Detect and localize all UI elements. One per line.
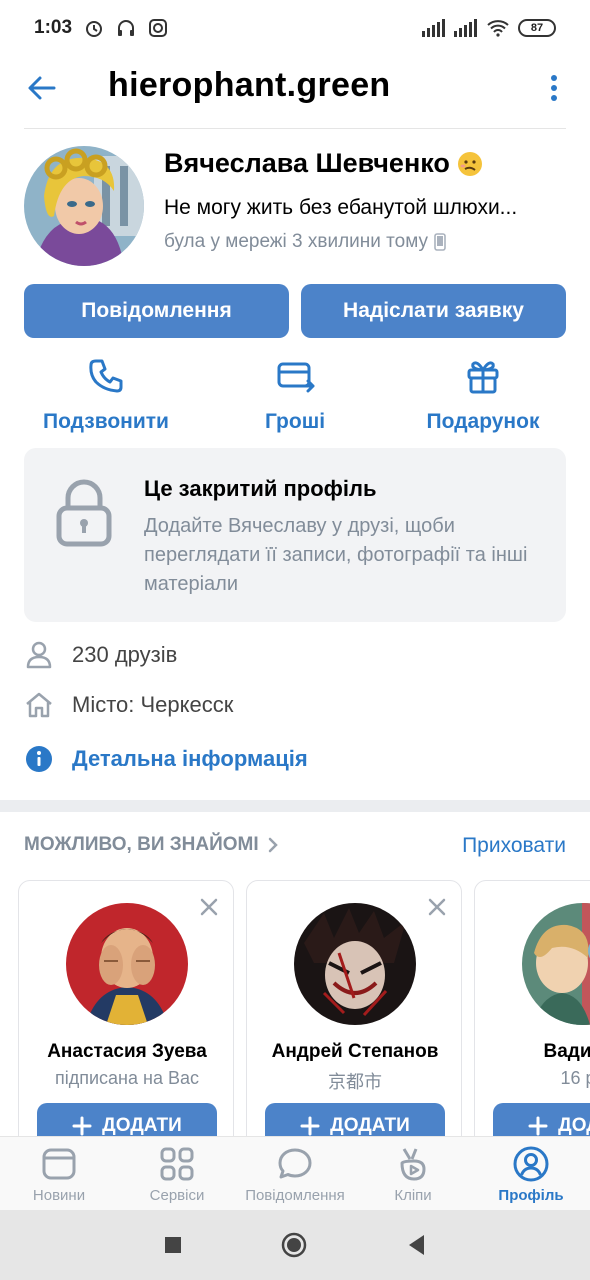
last-seen-text: була у мережі 3 хвилини тому <box>164 231 428 252</box>
tab-news[interactable]: Новини <box>0 1145 118 1204</box>
suggestion-subtitle: 京都市 <box>328 1072 382 1092</box>
system-nav-bar <box>0 1210 590 1280</box>
private-profile-card: Це закритий профіль Додайте Вячеславу у … <box>24 448 566 622</box>
status-bar: 1:03 87 <box>0 0 590 56</box>
clips-icon <box>400 1148 426 1181</box>
city-row: Місто: Черкесск <box>24 690 233 720</box>
call-action[interactable]: Подзвонити <box>16 356 196 434</box>
message-button[interactable]: Повідомлення <box>24 284 289 338</box>
status-time: 1:03 <box>34 17 73 38</box>
profile-name: Вячеслава Шевченко <box>164 148 450 178</box>
suggestion-card[interactable]: Анастасия Зуева підписана на Вас ДОДАТИ <box>18 880 234 1140</box>
headset-icon <box>118 20 135 36</box>
more-vertical-icon[interactable] <box>544 70 564 106</box>
add-friend-button[interactable]: ДОДАТИ <box>265 1103 445 1140</box>
money-transfer-icon <box>277 362 315 393</box>
tab-profile[interactable]: Профіль <box>472 1145 590 1204</box>
close-icon[interactable] <box>199 897 219 917</box>
add-friend-label: ДОДАТИ <box>558 1115 590 1136</box>
tab-clips[interactable]: Кліпи <box>354 1145 472 1204</box>
signal-icon <box>422 19 445 37</box>
tab-profile-label: Профіль <box>498 1187 564 1204</box>
lock-icon <box>56 479 112 547</box>
plus-icon <box>300 1116 320 1136</box>
money-action[interactable]: Гроші <box>205 356 385 434</box>
services-grid-icon <box>160 1147 194 1181</box>
suggestion-avatar[interactable] <box>522 903 590 1025</box>
page-title: hierophant.green <box>108 66 391 104</box>
suggestion-card[interactable]: Андрей Степанов 京都市 ДОДАТИ <box>246 880 462 1140</box>
profile-icon <box>513 1146 549 1182</box>
plus-icon <box>528 1116 548 1136</box>
suggestion-card[interactable]: Вадим Т 16 ро ДОДАТИ <box>474 880 590 1140</box>
add-friend-button[interactable]: ДОДАТИ <box>493 1103 590 1140</box>
emoji-status-icon <box>457 151 482 176</box>
alarm-icon <box>86 21 103 37</box>
add-friend-button[interactable]: ДОДАТИ <box>37 1103 217 1140</box>
tab-messages[interactable]: Повідомлення <box>236 1145 354 1204</box>
details-row[interactable]: Детальна інформація <box>24 744 308 774</box>
private-profile-title: Це закритий профіль <box>144 476 377 501</box>
section-separator <box>0 800 590 812</box>
suggestion-name: Вадим Т <box>543 1041 590 1062</box>
user-icon <box>26 641 52 669</box>
profile-status: Не могу жить без ебанутой шлюхи... <box>164 196 518 219</box>
suggestion-subtitle: підписана на Вас <box>55 1068 199 1088</box>
news-icon <box>42 1148 76 1180</box>
close-icon[interactable] <box>427 897 447 917</box>
chevron-right-icon <box>268 837 278 853</box>
info-icon <box>26 746 52 772</box>
tab-clips-label: Кліпи <box>394 1187 432 1204</box>
hide-suggestions-link[interactable]: Приховати <box>462 834 566 858</box>
suggestion-avatar[interactable] <box>66 903 188 1025</box>
instagram-icon <box>149 19 168 37</box>
phone-icon <box>89 359 123 393</box>
back-button-icon[interactable] <box>404 1232 430 1258</box>
tab-messages-label: Повідомлення <box>245 1187 345 1204</box>
add-friend-label: ДОДАТИ <box>102 1115 182 1136</box>
private-profile-text: Додайте Вячеславу у друзі, щоби перегляд… <box>144 515 528 595</box>
header-divider <box>24 128 566 129</box>
wifi-icon <box>487 20 509 37</box>
friends-count: 230 друзів <box>72 642 178 667</box>
tab-services-label: Сервіси <box>149 1187 205 1204</box>
signal-icon-2 <box>454 19 477 37</box>
add-friend-label: ДОДАТИ <box>330 1115 410 1136</box>
tab-news-label: Новини <box>32 1187 86 1204</box>
suggestions-title: МОЖЛИВО, ВИ ЗНАЙОМІ <box>24 834 259 855</box>
plus-icon <box>72 1116 92 1136</box>
mobile-icon <box>434 233 446 251</box>
suggestion-avatar[interactable] <box>294 903 416 1025</box>
chat-bubble-icon <box>278 1148 312 1179</box>
tab-services[interactable]: Сервіси <box>118 1145 236 1204</box>
suggestion-name: Анастасия Зуева <box>47 1041 207 1062</box>
home-icon <box>26 692 52 718</box>
city-text: Місто: Черкесск <box>72 692 234 717</box>
battery-indicator: 87 <box>518 19 556 37</box>
avatar[interactable] <box>24 146 144 266</box>
recent-apps-icon[interactable] <box>160 1232 186 1258</box>
money-label: Гроші <box>264 410 326 433</box>
bottom-tab-bar: Новини Сервіси Повідомлення Кліпи Профіл… <box>0 1136 590 1210</box>
home-button-icon[interactable] <box>281 1232 307 1258</box>
gift-action[interactable]: Подарунок <box>393 356 573 434</box>
suggestion-name: Андрей Степанов <box>271 1041 439 1062</box>
top-bar: hierophant.green <box>0 56 590 128</box>
profile-name-row: Вячеслава Шевченко <box>164 148 484 179</box>
suggestions-header[interactable]: МОЖЛИВО, ВИ ЗНАЙОМІ <box>24 834 279 856</box>
send-request-button[interactable]: Надіслати заявку <box>301 284 566 338</box>
suggestion-subtitle: 16 ро <box>560 1068 590 1088</box>
friends-row[interactable]: 230 друзів <box>24 640 177 670</box>
online-status: була у мережі 3 хвилини тому <box>164 231 446 253</box>
details-link[interactable]: Детальна інформація <box>72 746 308 772</box>
gift-label: Подарунок <box>426 410 540 433</box>
suggestions-carousel[interactable]: Анастасия Зуева підписана на Вас ДОДАТИ … <box>18 880 590 1140</box>
back-arrow-icon[interactable] <box>24 70 60 106</box>
call-label: Подзвонити <box>43 410 169 433</box>
gift-icon <box>467 361 499 394</box>
